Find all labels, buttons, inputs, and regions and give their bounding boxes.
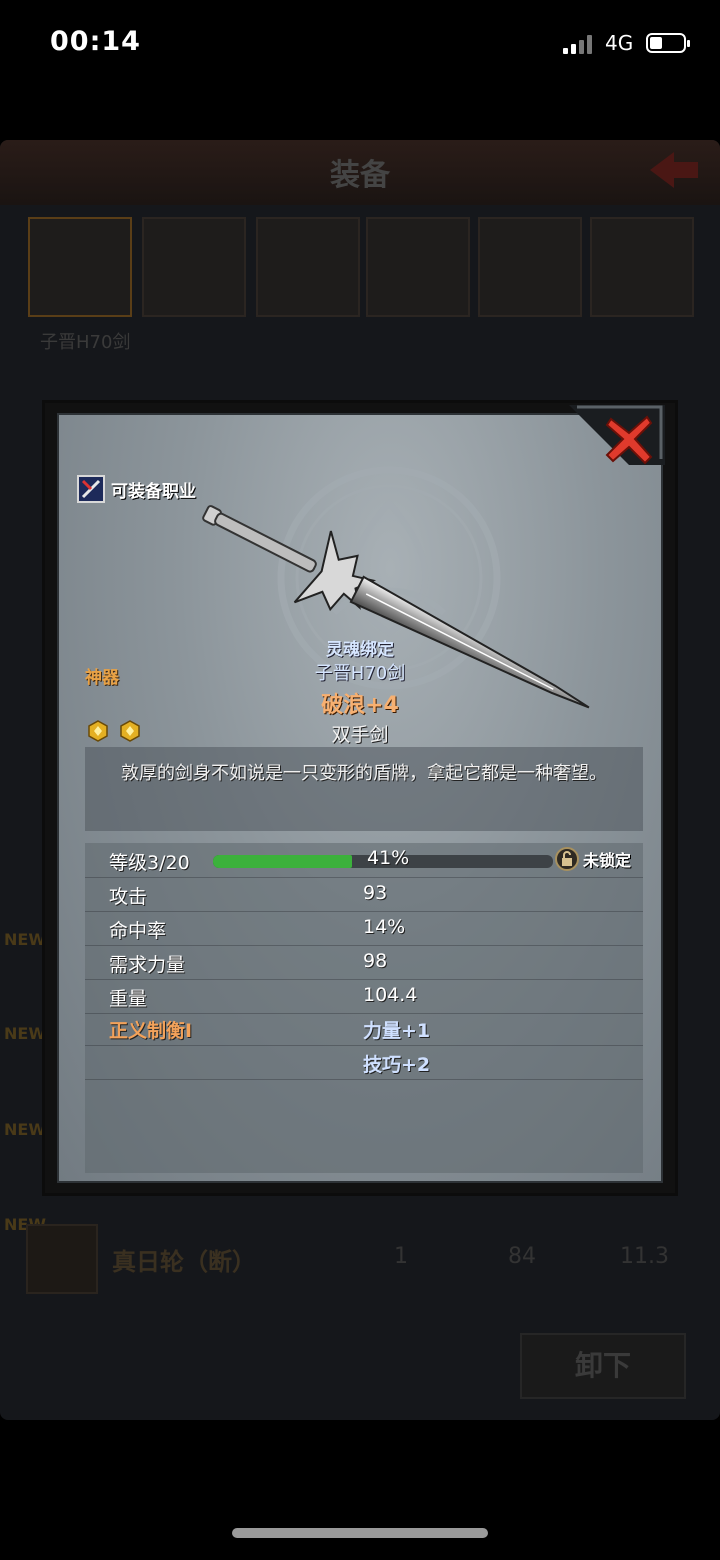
equip-slot[interactable]: [478, 217, 582, 317]
stat-row: 需求力量 98: [85, 945, 643, 980]
level-progress-fill: [213, 855, 353, 868]
inventory-item-name: 真日轮（断）: [112, 1248, 256, 1276]
back-arrow-icon[interactable]: [646, 148, 702, 192]
inventory-row[interactable]: 真日轮（断） 1 84 11.3: [20, 1220, 700, 1300]
equip-slot[interactable]: [366, 217, 470, 317]
home-indicator[interactable]: [232, 1528, 488, 1538]
close-icon[interactable]: [601, 411, 657, 467]
equip-slot-weapon[interactable]: [28, 217, 132, 317]
stat-label: 命中率: [109, 920, 167, 942]
signal-icon: [563, 34, 599, 54]
item-name: 子晋H70剑: [314, 663, 406, 684]
lock-toggle[interactable]: 未锁定: [555, 847, 631, 871]
stat-label: 需求力量: [109, 954, 186, 976]
selected-slot-label: 子晋H70剑: [40, 332, 131, 353]
set-bonus-row: 正义制衡I 力量+1: [85, 1011, 643, 1046]
unequip-button[interactable]: 卸下: [520, 1333, 686, 1399]
stat-label: 重量: [109, 988, 148, 1010]
stat-value: 104.4: [363, 984, 418, 1006]
set-bonus: 技巧+2: [363, 1054, 431, 1076]
binding-label: 灵魂绑定: [326, 640, 394, 660]
stat-row: 命中率 14%: [85, 911, 643, 946]
stat-row: 重量 104.4: [85, 979, 643, 1014]
stat-value: 93: [363, 882, 388, 904]
inventory-item-value: 11.3: [620, 1244, 669, 1269]
new-badge: NEW: [4, 1120, 46, 1139]
level-progress-text: 41%: [367, 847, 410, 869]
lock-icon: [555, 847, 579, 871]
new-badge: NEW: [4, 1024, 46, 1043]
status-bar: 00:14 4G: [0, 0, 720, 90]
new-badge: NEW: [4, 930, 46, 949]
item-thumbnail: [26, 1224, 98, 1294]
equip-class-icon: [77, 475, 105, 503]
stat-value: 98: [363, 950, 388, 972]
set-bonus-row: 技巧+2: [85, 1045, 643, 1080]
equipment-header: 装备: [0, 140, 720, 205]
level-row: 等级3/20 41% 未锁定: [85, 843, 643, 878]
stat-row: 攻击 93: [85, 877, 643, 912]
item-detail-panel: 可装备职业 神器 灵魂绑定 子晋H70剑 破浪+4 双手剑 敦厚的剑身不如说是一…: [57, 405, 665, 1183]
status-time: 00:14: [50, 26, 141, 57]
equip-slot[interactable]: [142, 217, 246, 317]
level-label: 等级3/20: [109, 852, 190, 874]
weapon-type: 双手剑: [331, 724, 389, 746]
equip-slot[interactable]: [590, 217, 694, 317]
stat-value: 14%: [363, 916, 406, 938]
network-label: 4G: [605, 31, 634, 55]
item-description: 敦厚的剑身不如说是一只变形的盾牌，拿起它都是一种奢望。: [85, 747, 643, 831]
stats-table: 等级3/20 41% 未锁定 攻击 93 命中率 14% 需求力量 98 重量 …: [85, 843, 643, 1173]
battery-icon: [646, 33, 690, 53]
item-enchant: 破浪+4: [321, 693, 399, 718]
set-bonus: 力量+1: [363, 1020, 431, 1042]
stat-label: 攻击: [109, 886, 148, 908]
set-name: 正义制衡I: [109, 1020, 193, 1042]
inventory-item-value: 84: [508, 1244, 536, 1269]
equip-slot[interactable]: [256, 217, 360, 317]
equipment-title: 装备: [330, 158, 390, 193]
inventory-item-value: 1: [394, 1244, 408, 1269]
lock-label: 未锁定: [583, 851, 632, 870]
item-detail-modal: 可装备职业 神器 灵魂绑定 子晋H70剑 破浪+4 双手剑 敦厚的剑身不如说是一…: [42, 400, 678, 1196]
